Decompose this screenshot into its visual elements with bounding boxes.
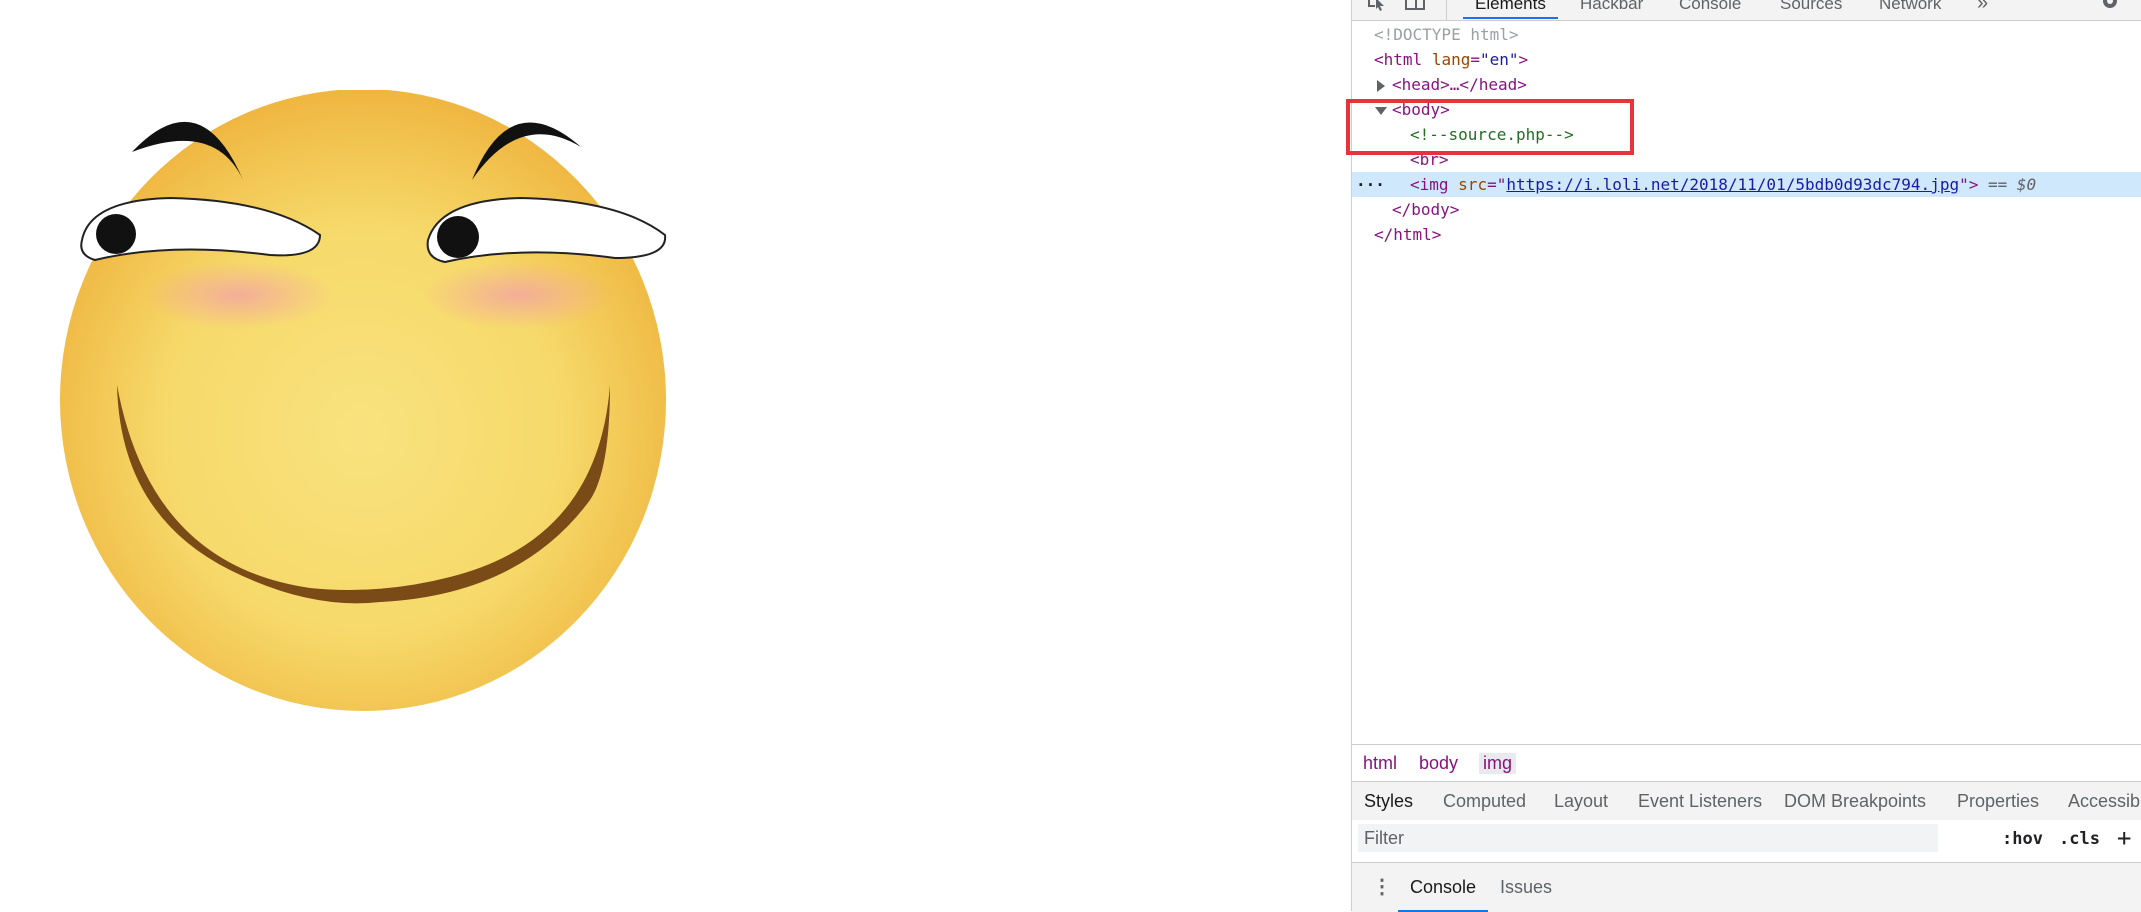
tab-console[interactable]: Console	[1679, 0, 1741, 14]
img-src-link[interactable]: https://i.loli.net/2018/11/01/5bdb0d93dc…	[1506, 175, 1959, 194]
face-circle	[60, 90, 666, 711]
class-toggle-button[interactable]: .cls	[2059, 829, 2100, 849]
more-actions-icon[interactable]: ···	[1356, 172, 1385, 197]
tab-properties[interactable]: Properties	[1957, 791, 2039, 812]
right-pupil	[437, 216, 479, 258]
tab-elements[interactable]: Elements	[1463, 0, 1558, 19]
lang-attr-value: "en"	[1479, 50, 1519, 69]
emoji-image	[60, 90, 667, 711]
tab-accessibility[interactable]: Accessibility	[2068, 791, 2141, 812]
src-attr-name: src	[1458, 175, 1488, 194]
body-close-tag: </body>	[1392, 200, 1460, 219]
hover-state-button[interactable]: :hov	[2002, 829, 2043, 849]
annotation-highlight-box	[1346, 99, 1634, 155]
page-viewport	[0, 0, 1351, 911]
breadcrumb: html body img	[1352, 744, 2141, 781]
html-close-tag: </html>	[1374, 225, 1442, 244]
dom-head[interactable]: <head>…</head>	[1352, 72, 2141, 97]
doctype-text: <!DOCTYPE html>	[1374, 25, 1519, 44]
tab-dom-breakpoints[interactable]: DOM Breakpoints	[1784, 791, 1926, 812]
drawer-menu-icon[interactable]: ⋮	[1372, 874, 1392, 899]
breadcrumb-img[interactable]: img	[1479, 753, 1517, 774]
toolbar-divider	[1446, 0, 1447, 20]
dom-body-close[interactable]: </body>	[1352, 197, 2141, 222]
drawer-tab-console[interactable]: Console	[1397, 877, 1489, 912]
left-pupil	[96, 214, 136, 254]
tab-sources[interactable]: Sources	[1780, 0, 1842, 14]
dom-html-open[interactable]: <html lang="en">	[1352, 47, 2141, 72]
img-close: >	[1968, 175, 1979, 194]
settings-gear-icon[interactable]	[2099, 0, 2121, 12]
expand-triangle-icon[interactable]	[1377, 80, 1385, 92]
devtools-drawer: ⋮ Console Issues	[1352, 862, 2141, 912]
device-toolbar-icon[interactable]	[1404, 0, 1426, 12]
dom-img-selected[interactable]: ··· <img src="https://i.loli.net/2018/11…	[1352, 172, 2141, 197]
img-tag: <img	[1410, 175, 1449, 194]
dom-doctype[interactable]: <!DOCTYPE html>	[1352, 22, 2141, 47]
styles-filter-row: :hov .cls +	[1352, 820, 2141, 858]
inspect-element-icon[interactable]	[1366, 0, 1388, 12]
new-rule-button[interactable]: +	[2117, 824, 2131, 852]
breadcrumb-html[interactable]: html	[1363, 753, 1397, 774]
styles-pane-tabs: Styles Computed Layout Event Listeners D…	[1352, 781, 2141, 821]
tab-event-listeners[interactable]: Event Listeners	[1638, 791, 1762, 812]
lang-attr-name: lang	[1431, 50, 1471, 69]
tab-hackbar[interactable]: Hackbar	[1580, 0, 1643, 14]
tab-layout[interactable]: Layout	[1554, 791, 1608, 812]
styles-filter-input[interactable]	[1358, 824, 1938, 852]
tab-computed[interactable]: Computed	[1443, 791, 1526, 812]
breadcrumb-body[interactable]: body	[1419, 753, 1458, 774]
head-tag: <head>…</head>	[1392, 75, 1527, 94]
more-tabs-icon[interactable]: »	[1977, 0, 1988, 15]
html-tag: <html	[1374, 50, 1423, 69]
dom-html-close[interactable]: </html>	[1352, 222, 2141, 247]
devtools-toolbar: Elements Hackbar Console Sources Network…	[1352, 0, 2141, 21]
tab-network[interactable]: Network	[1879, 0, 1941, 14]
left-cheek-blush	[143, 261, 333, 329]
tab-styles[interactable]: Styles	[1364, 791, 1413, 812]
selected-marker: == $0	[1988, 175, 2037, 194]
drawer-tab-issues[interactable]: Issues	[1500, 877, 1552, 898]
right-cheek-blush	[423, 261, 613, 329]
